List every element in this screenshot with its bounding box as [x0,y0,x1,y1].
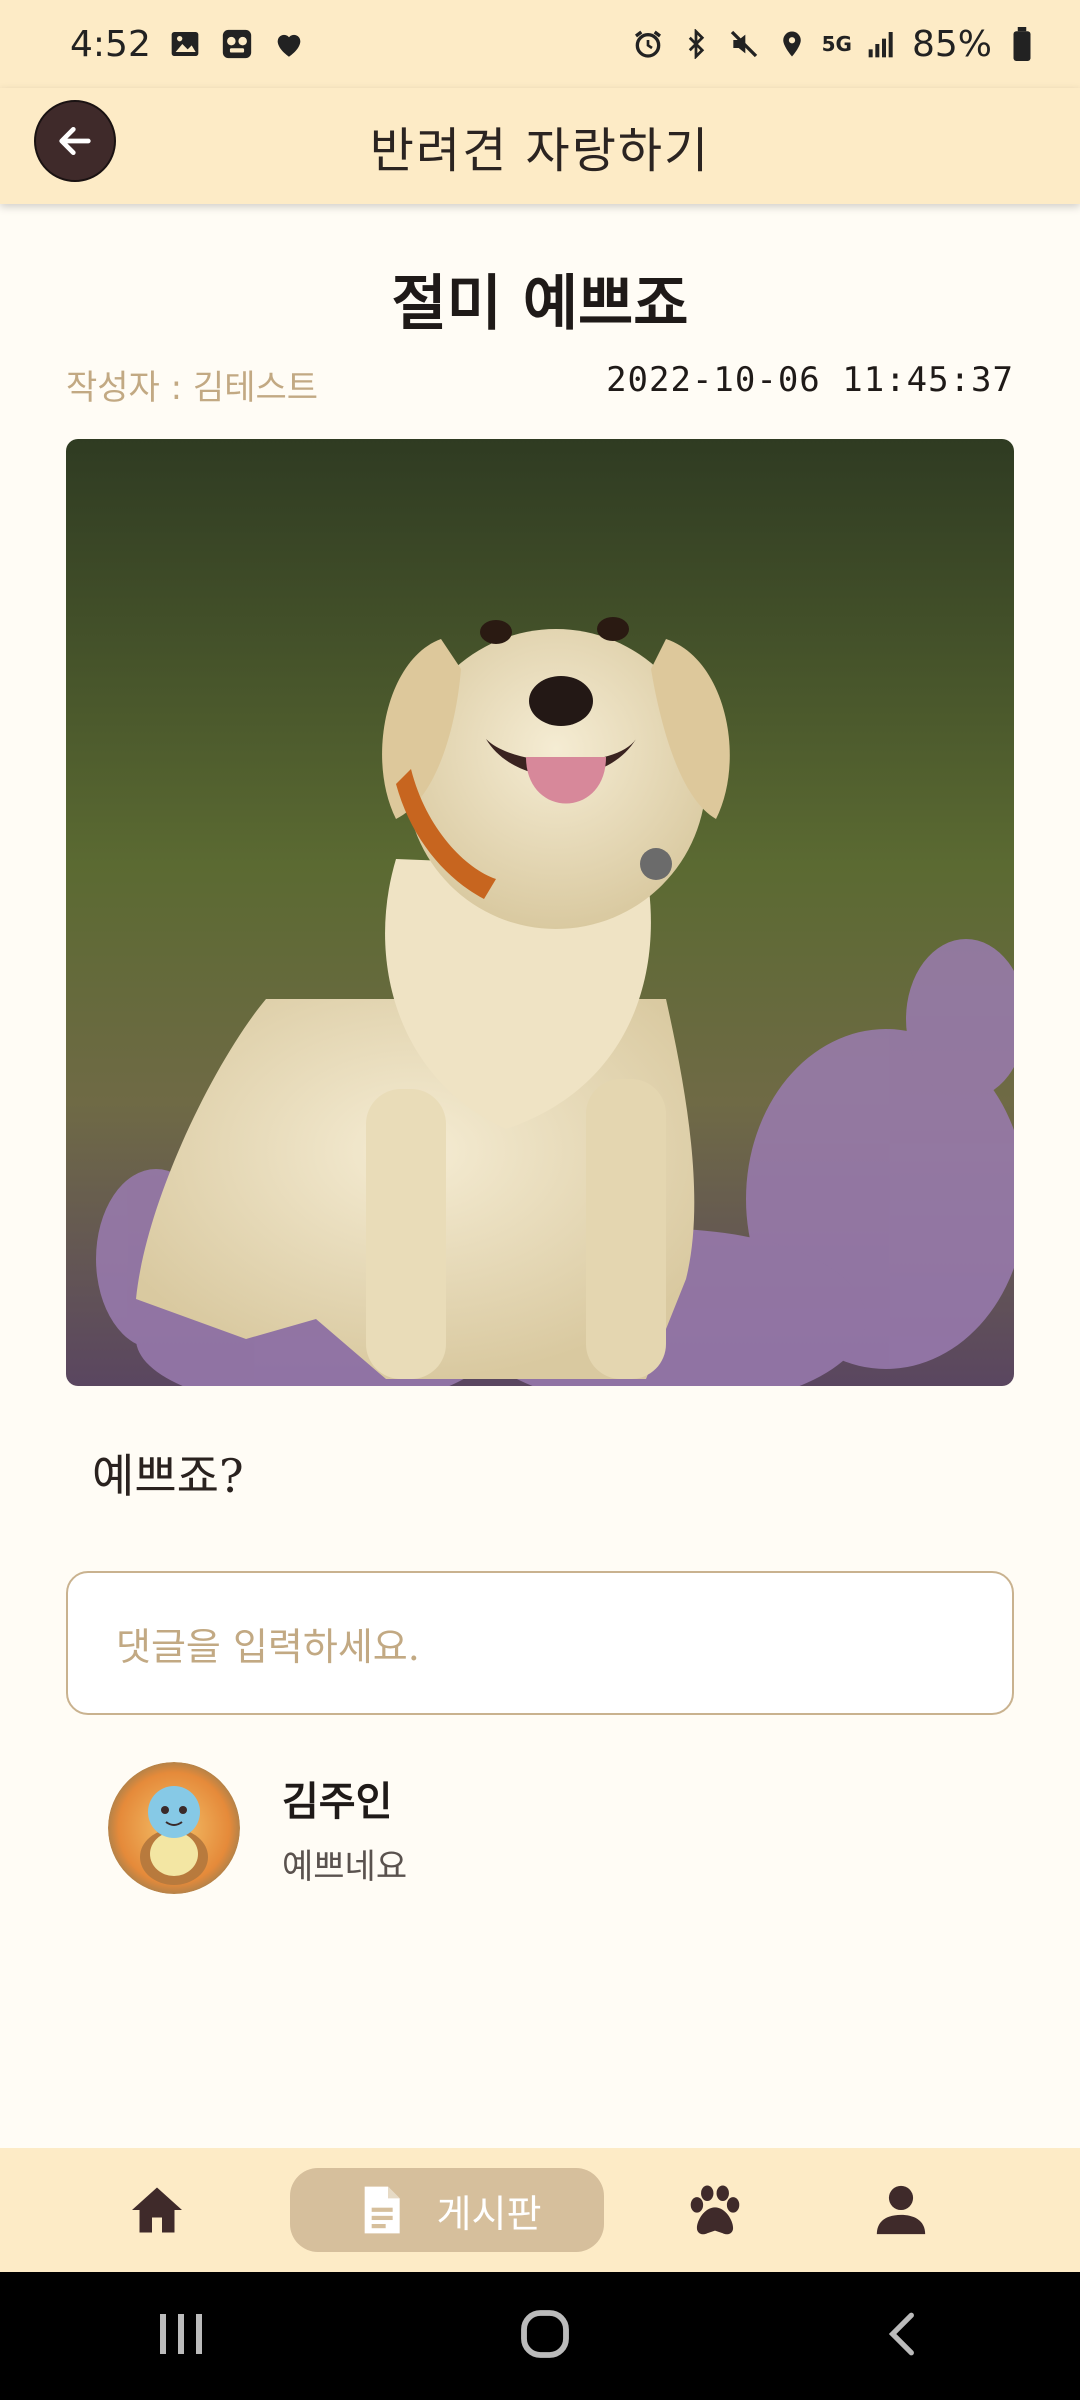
recent-apps-icon [160,2314,203,2354]
post-title: 절미 예쁘죠 [391,269,689,339]
nav-board[interactable]: 게시판 [290,2168,604,2252]
arrow-left-icon [59,127,91,155]
comment-input-placeholder: 댓글을 입력하세요. [116,1624,420,1669]
battery-percent: 85% [911,23,992,65]
nav-profile[interactable] [854,2168,948,2252]
document-icon [364,2186,400,2234]
recent-apps-button[interactable] [152,2309,212,2363]
comment-text: 예쁘네요 [282,1846,408,1887]
post-body: 예쁘죠? [92,1449,244,1503]
app-bar: 반려견 자랑하기 [0,88,1080,204]
status-right: 5G 85% [630,24,1040,65]
nav-home[interactable] [110,2168,204,2252]
status-left: 4:52 [70,24,307,65]
comment-item: 김주인 예쁘네요 [108,1762,407,1894]
system-nav-bar [0,2272,1080,2400]
nav-pets[interactable] [668,2168,762,2252]
gallery-icon [167,26,203,62]
home-icon [132,2187,182,2233]
app-notification-icon [219,26,255,62]
nav-board-label: 게시판 [436,2191,542,2236]
post-author: 작성자 : 김테스트 [66,368,319,408]
location-icon [774,26,810,62]
signal-icon [864,26,900,62]
post-meta: 작성자 : 김테스트 2022-10-06 11:45:37 [66,360,1014,409]
back-button[interactable] [34,100,116,182]
paw-icon [690,2185,740,2235]
comment-input[interactable]: 댓글을 입력하세요. [66,1571,1014,1715]
page-title: 반려견 자랑하기 [369,123,711,179]
heart-icon [271,26,307,62]
chevron-left-icon [888,2312,914,2356]
status-time: 4:52 [70,23,151,65]
bottom-nav: 게시판 [0,2148,1080,2272]
avatar [108,1762,240,1894]
back-system-button[interactable] [878,2306,928,2366]
alarm-icon [630,26,666,62]
post-datetime: 2022-10-06 11:45:37 [606,360,1014,400]
bluetooth-icon [678,26,714,62]
post-photo [66,439,1014,1386]
home-system-button[interactable] [517,2306,573,2366]
comment-author: 김주인 [282,1778,393,1825]
comment-content: 김주인 예쁘네요 [282,1769,407,1888]
mute-icon [726,26,762,62]
network-type: 5G [821,32,852,56]
person-icon [876,2185,926,2235]
status-bar: 4:52 5G 85% [0,0,1080,88]
home-circle-icon [521,2310,569,2358]
battery-icon [1004,26,1040,62]
